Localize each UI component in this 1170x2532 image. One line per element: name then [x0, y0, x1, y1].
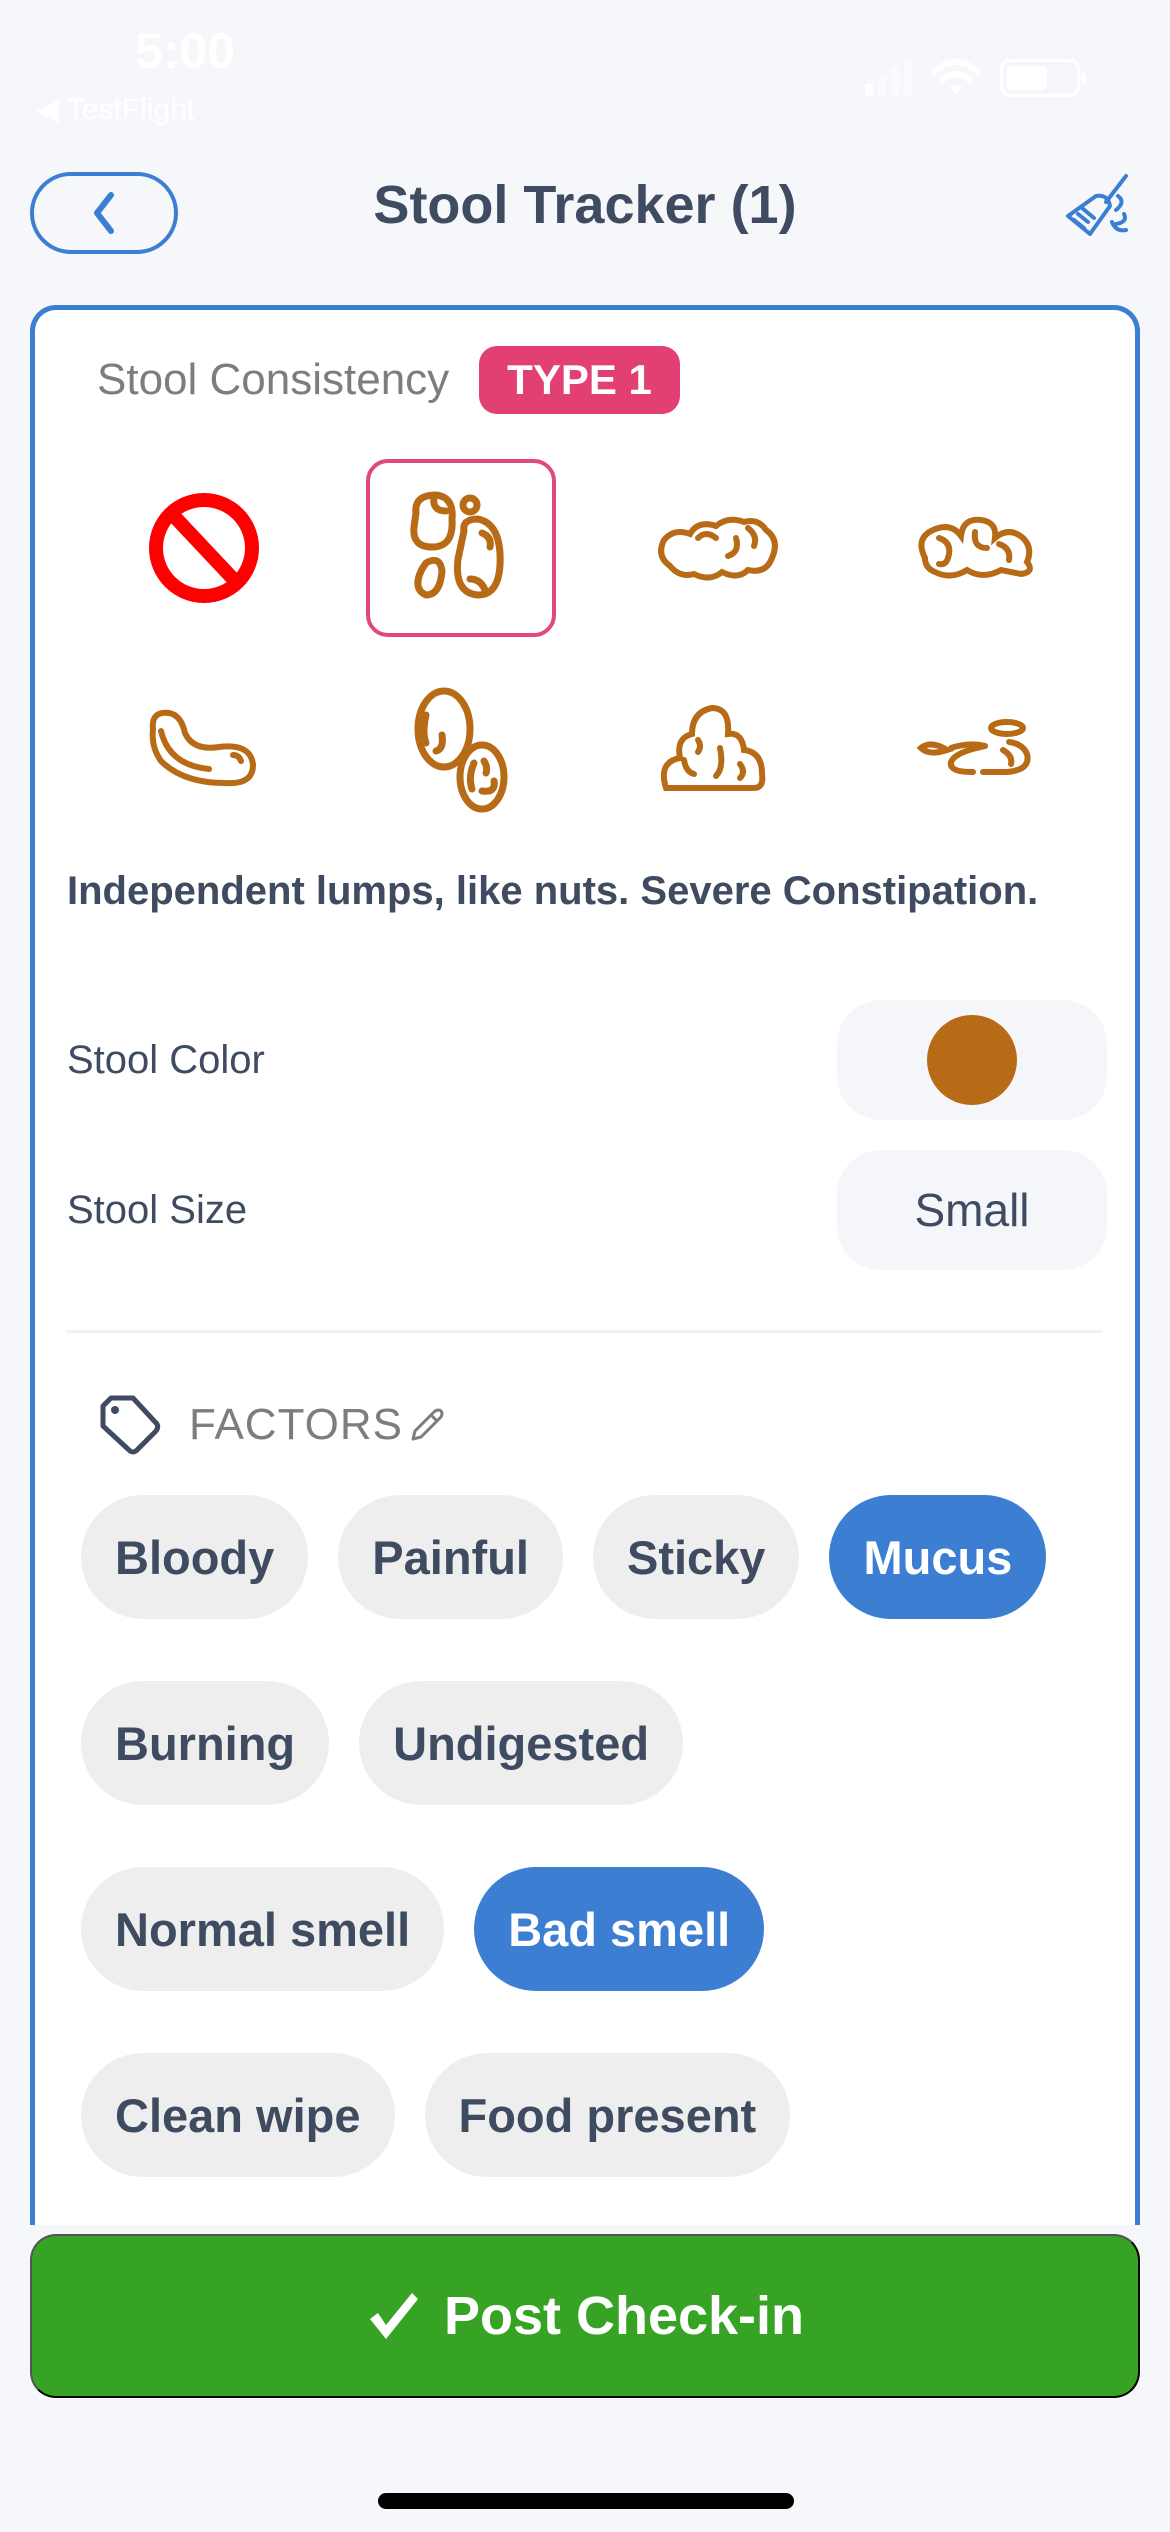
- type-option-6[interactable]: [590, 658, 848, 838]
- factors-label: FACTORS: [189, 1400, 404, 1449]
- stool-size-label: Stool Size: [67, 1187, 248, 1232]
- type-option-3[interactable]: [848, 458, 1106, 638]
- factor-chip-food-present[interactable]: Food present: [424, 2053, 791, 2177]
- type-option-5[interactable]: [333, 658, 591, 838]
- factor-chip-mucus[interactable]: Mucus: [829, 1495, 1047, 1619]
- no-entry-icon: [148, 493, 259, 603]
- mushy-icon: [660, 704, 766, 791]
- type-option-4[interactable]: [75, 658, 333, 838]
- wifi-icon: [931, 59, 981, 95]
- type-option-none[interactable]: [75, 458, 333, 638]
- back-triangle-icon: ◀: [36, 93, 67, 126]
- post-check-in-button[interactable]: Post Check-in: [30, 2234, 1140, 2398]
- consistency-label: Stool Consistency: [97, 355, 450, 404]
- type-option-2[interactable]: [590, 458, 848, 638]
- factor-chip-bloody[interactable]: Bloody: [81, 1495, 309, 1619]
- liquid-icon: [916, 719, 1031, 775]
- cracked-sausage-icon: [918, 516, 1034, 579]
- status-bar: 5:00 ◀ TestFlight: [0, 0, 1170, 140]
- status-time: 5:00: [135, 23, 236, 79]
- stool-size-row: Stool Size Small: [67, 1150, 1107, 1270]
- nav-header: Stool Tracker (1): [0, 170, 1170, 260]
- back-to-app-link[interactable]: ◀ TestFlight: [36, 92, 195, 127]
- type-option-7[interactable]: [848, 658, 1106, 838]
- stool-color-swatch: [927, 1015, 1017, 1105]
- stool-color-label: Stool Color: [67, 1037, 265, 1082]
- lumpy-sausage-icon: [657, 516, 778, 581]
- page-title: Stool Tracker (1): [373, 175, 797, 235]
- consistency-header: Stool Consistency TYPE 1: [97, 346, 680, 414]
- back-app-label: TestFlight: [66, 93, 196, 126]
- type-badge: TYPE 1: [479, 346, 680, 414]
- factor-chip-sticky[interactable]: Sticky: [592, 1495, 800, 1619]
- pencil-icon: [411, 1408, 444, 1441]
- soft-blobs-icon: [414, 687, 508, 813]
- factor-chip-normal-smell[interactable]: Normal smell: [81, 1867, 445, 1991]
- status-icons: [865, 58, 1086, 98]
- factors-edit-button[interactable]: FACTORS: [189, 1400, 447, 1450]
- checkmark-icon: [369, 2293, 418, 2339]
- factor-chip-burning[interactable]: Burning: [81, 1681, 330, 1805]
- selected-type-frame: [366, 459, 557, 637]
- factor-chip-undigested[interactable]: Undigested: [359, 1681, 684, 1805]
- stool-color-row: Stool Color: [67, 1000, 1107, 1120]
- factor-chips: Bloody Painful Sticky Mucus Burning Undigeste…: [81, 1495, 1101, 2225]
- consistency-description: Independent lumps, like nuts. Severe Con…: [67, 869, 1039, 913]
- battery-icon: [1000, 59, 1086, 97]
- home-indicator: [378, 2493, 794, 2509]
- stool-size-selector[interactable]: Small: [837, 1150, 1107, 1270]
- factor-chip-painful[interactable]: Painful: [338, 1495, 563, 1619]
- section-divider: [67, 1330, 1103, 1333]
- type-option-1[interactable]: [333, 458, 591, 638]
- post-check-in-label: Post Check-in: [443, 2286, 805, 2346]
- stool-color-picker[interactable]: [837, 1000, 1107, 1120]
- smooth-sausage-icon: [149, 709, 256, 787]
- consistency-types: [75, 458, 1105, 838]
- factors-header: FACTORS: [97, 1392, 447, 1458]
- signal-icon: [865, 60, 912, 96]
- broom-icon: [1066, 174, 1128, 236]
- factor-chip-clean-wipe[interactable]: Clean wipe: [81, 2053, 395, 2177]
- tracker-card: Stool Consistency TYPE 1 Independent lum…: [30, 305, 1140, 2225]
- tag-icon: [100, 1395, 161, 1455]
- clear-button[interactable]: [1060, 170, 1140, 250]
- separate-lumps-icon: [410, 491, 504, 599]
- factor-chip-bad-smell[interactable]: Bad smell: [474, 1867, 765, 1991]
